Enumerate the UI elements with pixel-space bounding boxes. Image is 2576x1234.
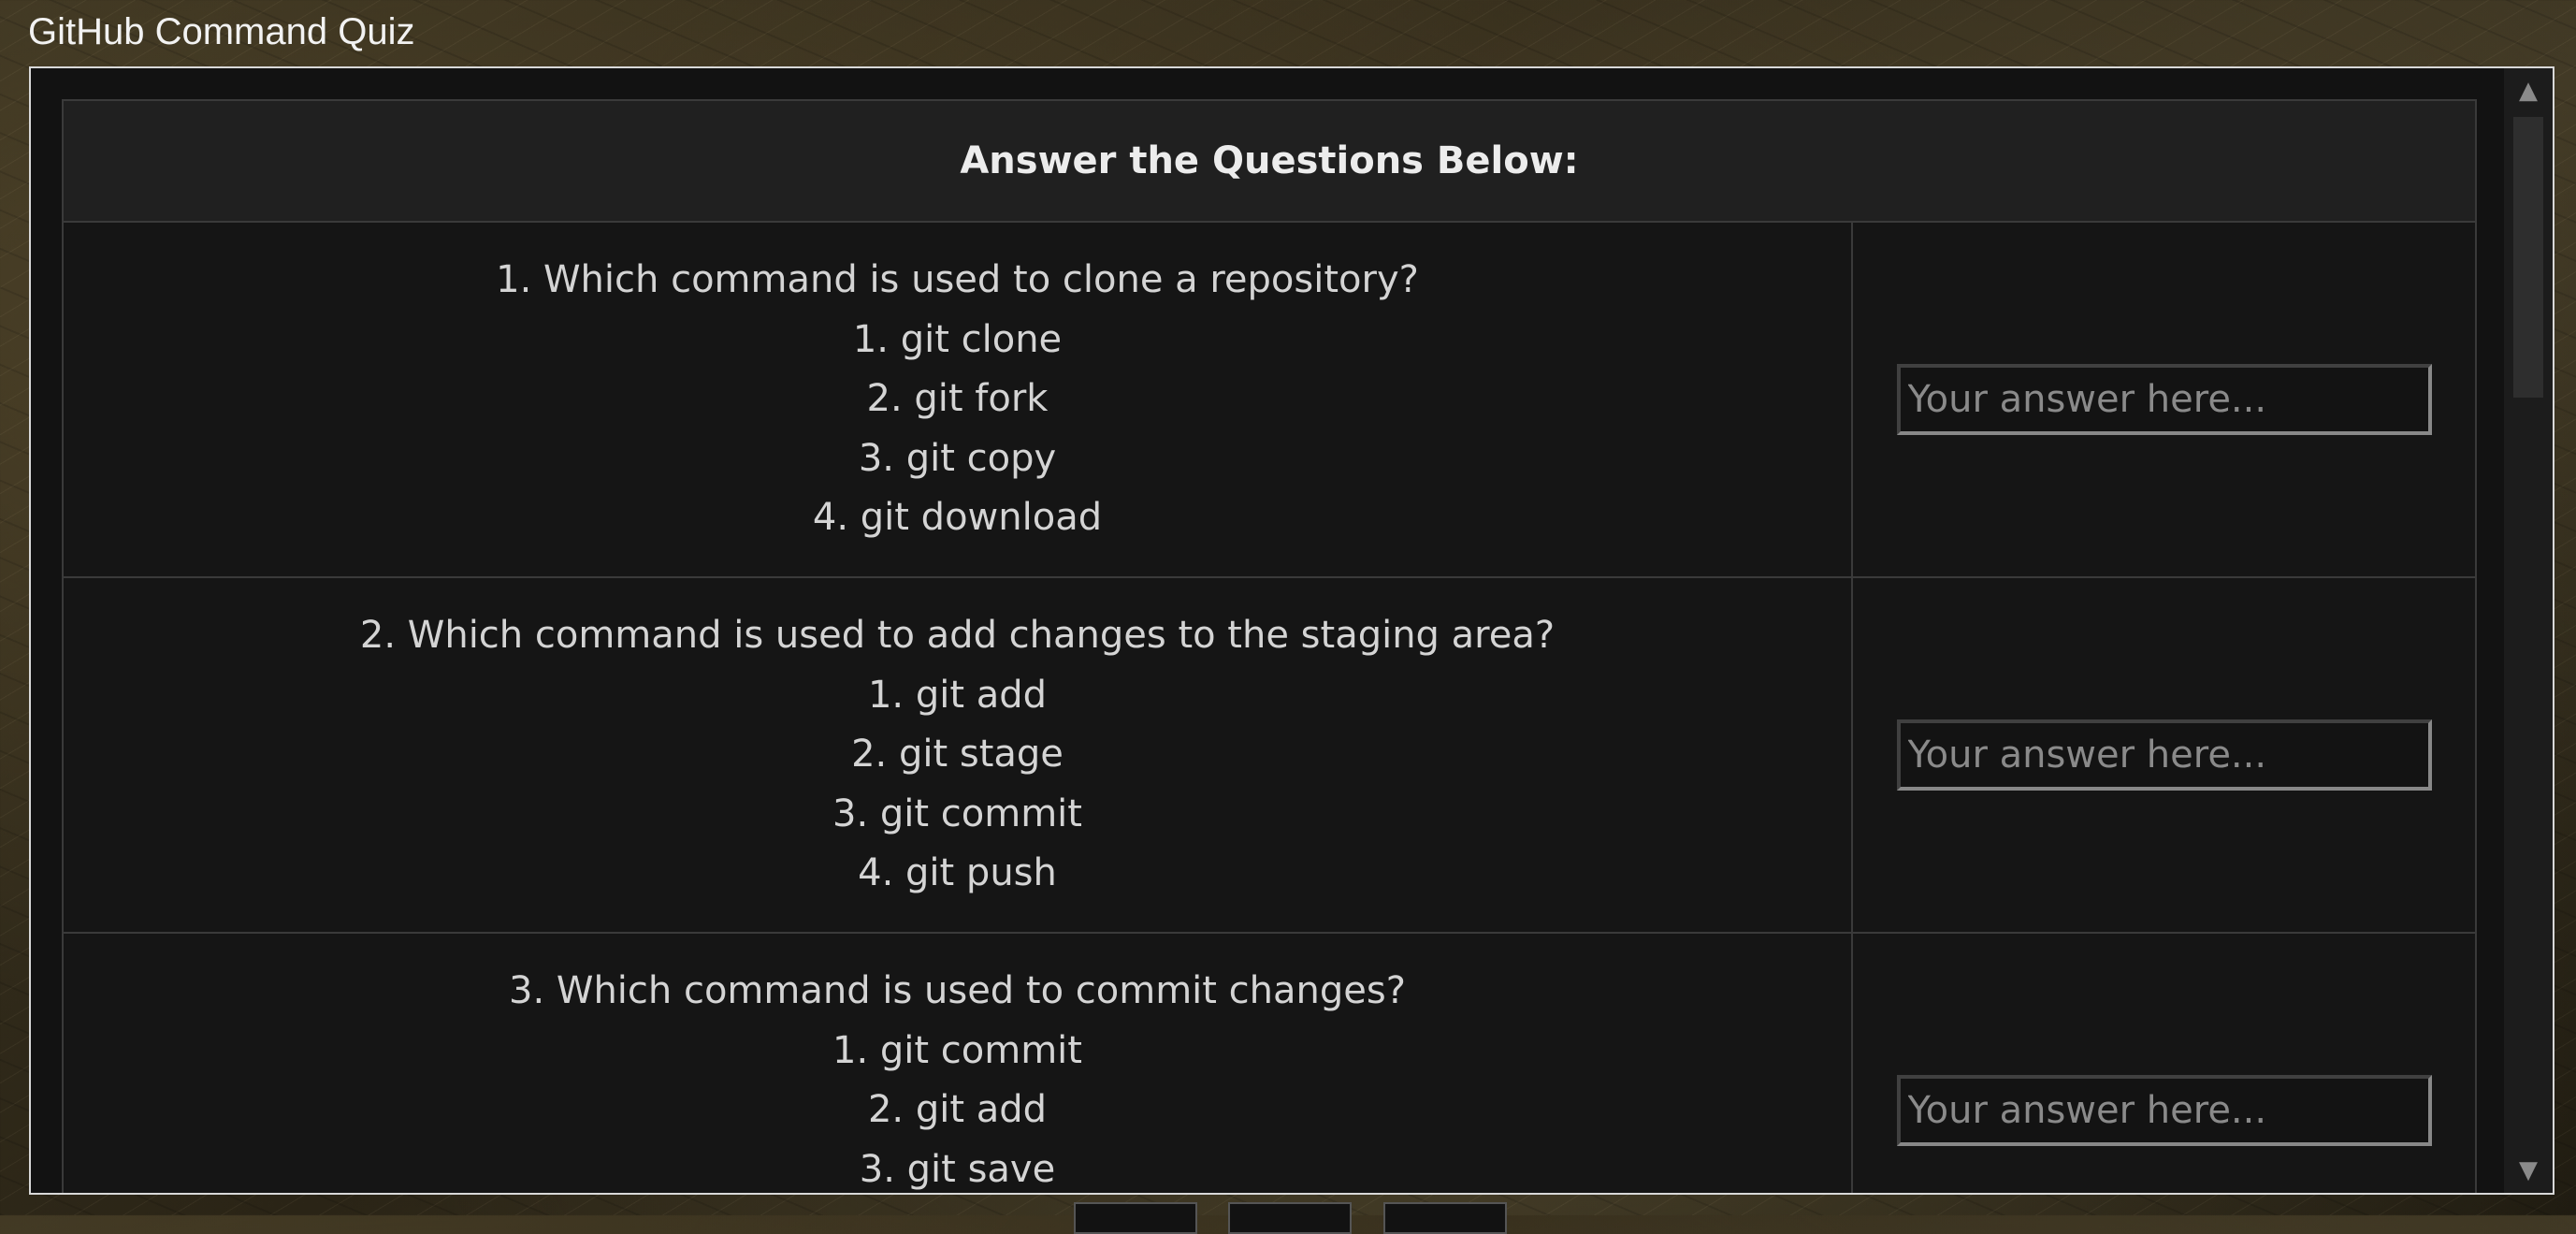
table-row: 3. Which command is used to commit chang… <box>62 932 2478 1193</box>
option-text: 1. git clone <box>852 317 1063 361</box>
option-text: 2. git fork <box>866 377 1049 421</box>
scroll-down-arrow-icon[interactable]: ▼ <box>2504 1148 2553 1193</box>
quiz-header: Answer the Questions Below: <box>61 99 2478 223</box>
question-cell: 3. Which command is used to commit chang… <box>62 932 1853 1193</box>
table-row: 2. Which command is used to add changes … <box>62 576 2478 934</box>
vertical-scrollbar[interactable]: ▲ ▼ <box>2504 68 2553 1193</box>
partially-hidden-button[interactable] <box>1228 1202 1352 1234</box>
option-text: 4. git download <box>812 496 1103 540</box>
option-text: 2. git add <box>867 1088 1048 1132</box>
option-text: 3. git copy <box>858 436 1057 480</box>
question-text: 2. Which command is used to add changes … <box>359 614 1556 658</box>
option-text: 3. git commit <box>832 791 1082 835</box>
option-text: 4. git push <box>858 851 1057 895</box>
partially-hidden-button[interactable] <box>1383 1202 1507 1234</box>
scroll-content: Answer the Questions Below: 1. Which com… <box>31 68 2500 1193</box>
answer-cell <box>1850 932 2478 1193</box>
answer-input-2[interactable] <box>1896 719 2432 791</box>
answer-cell <box>1850 221 2478 578</box>
option-text: 3. git save <box>859 1147 1056 1191</box>
question-text: 3. Which command is used to commit chang… <box>509 969 1406 1013</box>
question-cell: 2. Which command is used to add changes … <box>62 576 1853 934</box>
scroll-thumb[interactable] <box>2513 117 2543 398</box>
quiz-table: Answer the Questions Below: 1. Which com… <box>61 99 2478 1193</box>
scroll-up-arrow-icon[interactable]: ▲ <box>2504 68 2553 113</box>
option-text: 2. git stage <box>851 733 1064 777</box>
question-cell: 1. Which command is used to clone a repo… <box>62 221 1853 578</box>
option-text: 1. git add <box>867 673 1048 717</box>
partially-hidden-button[interactable] <box>1074 1202 1197 1234</box>
option-text: 1. git commit <box>832 1028 1082 1072</box>
table-row: 1. Which command is used to clone a repo… <box>62 221 2478 578</box>
window-title: GitHub Command Quiz <box>28 11 415 52</box>
answer-input-3[interactable] <box>1896 1075 2432 1146</box>
answer-input-1[interactable] <box>1896 364 2432 435</box>
quiz-frame: Answer the Questions Below: 1. Which com… <box>29 66 2554 1195</box>
answer-cell <box>1850 576 2478 934</box>
question-text: 1. Which command is used to clone a repo… <box>496 258 1419 302</box>
